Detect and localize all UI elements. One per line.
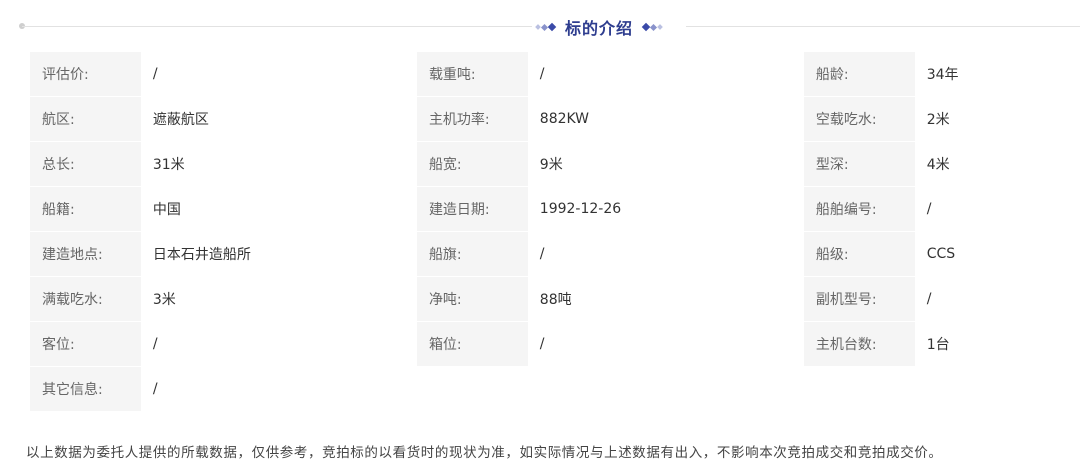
field-value: 34年 [914, 52, 1080, 97]
field-value: 1台 [914, 322, 1080, 367]
field-label: 主机台数: [803, 322, 915, 367]
field-value: 9米 [527, 142, 804, 187]
field-label: 船旗: [416, 232, 528, 277]
header-divider-right [686, 26, 1080, 27]
section-title: 标的介绍 [565, 19, 634, 38]
field-label: 船宽: [416, 142, 528, 187]
disclaimer-note: 以上数据为委托人提供的所载数据，仅供参考，竞拍标的以看货时的现状为准，如实际情况… [26, 445, 943, 461]
table-row: 满载吃水: 3米 净吨: 88吨 副机型号: / [30, 277, 1080, 322]
header-divider-left [22, 26, 532, 27]
field-label: 净吨: [416, 277, 528, 322]
section-title-wrap: 标的介绍 [535, 14, 663, 40]
field-label: 满载吃水: [30, 277, 141, 322]
vessel-info-table: 评估价: / 载重吨: / 船龄: 34年 航区: 遮蔽航区 主机功率: 882KW 空载吃水: 2米… [30, 52, 1080, 412]
table-row: 其它信息: / [30, 367, 1080, 412]
diamond-decoration-icon [641, 22, 663, 32]
table-row: 航区: 遮蔽航区 主机功率: 882KW 空载吃水: 2米 [30, 97, 1080, 142]
field-value: 31米 [140, 142, 417, 187]
empty-cell [527, 367, 804, 412]
field-value: CCS [914, 232, 1080, 277]
field-value: / [527, 232, 804, 277]
field-label: 总长: [30, 142, 141, 187]
diamond-decoration-icon [535, 22, 557, 32]
field-value: 4米 [914, 142, 1080, 187]
table-row: 评估价: / 载重吨: / 船龄: 34年 [30, 52, 1080, 97]
field-label: 航区: [30, 97, 141, 142]
field-value: / [527, 52, 804, 97]
field-value: / [914, 277, 1080, 322]
field-value: 中国 [140, 187, 417, 232]
table-row: 总长: 31米 船宽: 9米 型深: 4米 [30, 142, 1080, 187]
field-label: 箱位: [416, 322, 528, 367]
empty-cell [803, 367, 915, 412]
field-value: 3米 [140, 277, 417, 322]
field-value: / [914, 187, 1080, 232]
table-row: 船籍: 中国 建造日期: 1992-12-26 船舶编号: / [30, 187, 1080, 232]
field-value: 882KW [527, 97, 804, 142]
table-row: 建造地点: 日本石井造船所 船旗: / 船级: CCS [30, 232, 1080, 277]
table-row: 客位: / 箱位: / 主机台数: 1台 [30, 322, 1080, 367]
section-header: 标的介绍 [0, 0, 1080, 52]
field-label: 评估价: [30, 52, 141, 97]
field-label: 副机型号: [803, 277, 915, 322]
field-label: 船舶编号: [803, 187, 915, 232]
field-value: 2米 [914, 97, 1080, 142]
field-value: / [140, 367, 417, 412]
field-label: 空载吃水: [803, 97, 915, 142]
field-label: 船级: [803, 232, 915, 277]
field-label: 载重吨: [416, 52, 528, 97]
field-label: 船龄: [803, 52, 915, 97]
field-value: / [527, 322, 804, 367]
field-value: 遮蔽航区 [140, 97, 417, 142]
field-value: 日本石井造船所 [140, 232, 417, 277]
field-value: / [140, 52, 417, 97]
field-label: 船籍: [30, 187, 141, 232]
empty-cell [416, 367, 528, 412]
field-label: 建造地点: [30, 232, 141, 277]
field-label: 建造日期: [416, 187, 528, 232]
field-value: 1992-12-26 [527, 187, 804, 232]
empty-cell [914, 367, 1080, 412]
field-label: 客位: [30, 322, 141, 367]
field-value: 88吨 [527, 277, 804, 322]
field-label: 主机功率: [416, 97, 528, 142]
field-label: 型深: [803, 142, 915, 187]
field-value: / [140, 322, 417, 367]
field-label: 其它信息: [30, 367, 141, 412]
